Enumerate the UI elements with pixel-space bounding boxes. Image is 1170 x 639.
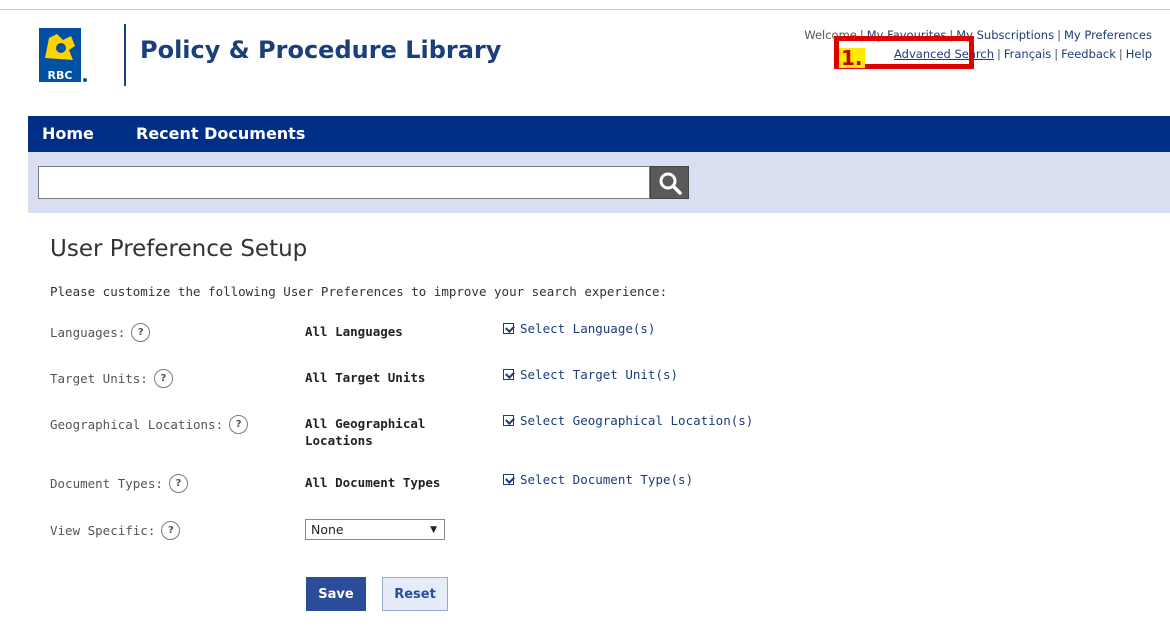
annotation-step-number: 1.: [839, 46, 865, 70]
select-document-types-link[interactable]: Select Document Type(s): [503, 472, 693, 487]
page-title: User Preference Setup: [50, 236, 308, 262]
target-units-label: Target Units: ?: [50, 369, 173, 388]
dropdown-arrow-icon: ▼: [430, 524, 437, 535]
view-specific-selected-value: None: [311, 522, 344, 537]
help-link[interactable]: Help: [1126, 47, 1152, 61]
geographical-locations-value: All Geographical Locations: [305, 416, 426, 448]
top-border: [0, 9, 1170, 10]
reset-button[interactable]: Reset: [382, 577, 448, 611]
search-button[interactable]: [650, 166, 689, 199]
feedback-link[interactable]: Feedback: [1061, 47, 1116, 61]
save-button[interactable]: Save: [306, 577, 366, 611]
geographical-locations-label: Geographical Locations: ?: [50, 415, 249, 434]
rbc-logo-icon: RBC: [39, 28, 87, 82]
checkbox-icon: [503, 415, 514, 426]
document-types-value: All Document Types: [305, 475, 441, 490]
select-languages-link[interactable]: Select Language(s): [503, 321, 655, 336]
checkbox-icon: [503, 474, 514, 485]
view-specific-select[interactable]: None ▼: [305, 519, 445, 540]
intro-text: Please customize the following User Pref…: [50, 284, 668, 299]
help-icon[interactable]: ?: [161, 521, 181, 540]
help-icon[interactable]: ?: [229, 415, 249, 434]
my-preferences-link[interactable]: My Preferences: [1064, 28, 1152, 42]
site-title: Policy & Procedure Library: [140, 36, 502, 64]
main-nav: Home Recent Documents: [28, 116, 1170, 152]
document-types-label: Document Types: ?: [50, 474, 188, 493]
rbc-logo[interactable]: RBC: [39, 28, 89, 84]
svg-text:RBC: RBC: [48, 69, 73, 82]
nav-recent-documents[interactable]: Recent Documents: [136, 116, 305, 152]
search-input[interactable]: [38, 166, 650, 199]
francais-link[interactable]: Français: [1004, 47, 1051, 61]
logo-divider: [124, 24, 126, 86]
select-geographical-locations-link[interactable]: Select Geographical Location(s): [503, 413, 753, 428]
help-icon[interactable]: ?: [168, 474, 188, 493]
search-icon: [659, 172, 682, 195]
checkbox-icon: [503, 323, 514, 334]
select-target-units-link[interactable]: Select Target Unit(s): [503, 367, 678, 382]
search-bar-area: [28, 152, 1170, 213]
target-units-value: All Target Units: [305, 370, 426, 385]
languages-label: Languages: ?: [50, 323, 151, 342]
help-icon[interactable]: ?: [131, 323, 151, 342]
nav-home[interactable]: Home: [42, 116, 94, 152]
languages-value: All Languages: [305, 324, 403, 339]
checkbox-icon: [503, 369, 514, 380]
view-specific-label: View Specific: ?: [50, 521, 181, 540]
help-icon[interactable]: ?: [153, 369, 173, 388]
